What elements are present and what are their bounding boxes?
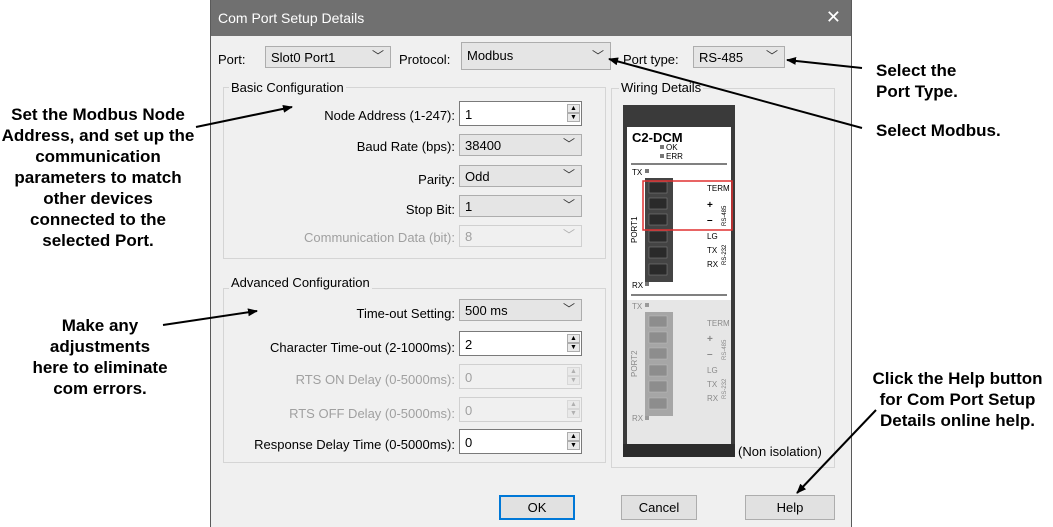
arrow-to-timeout-setting [162,308,258,326]
arrow-to-port-type [786,56,863,69]
arrow-to-node-address [195,104,293,128]
arrow-to-protocol [608,57,863,129]
callout-arrows [162,56,877,494]
arrow-to-help-button [796,409,877,494]
